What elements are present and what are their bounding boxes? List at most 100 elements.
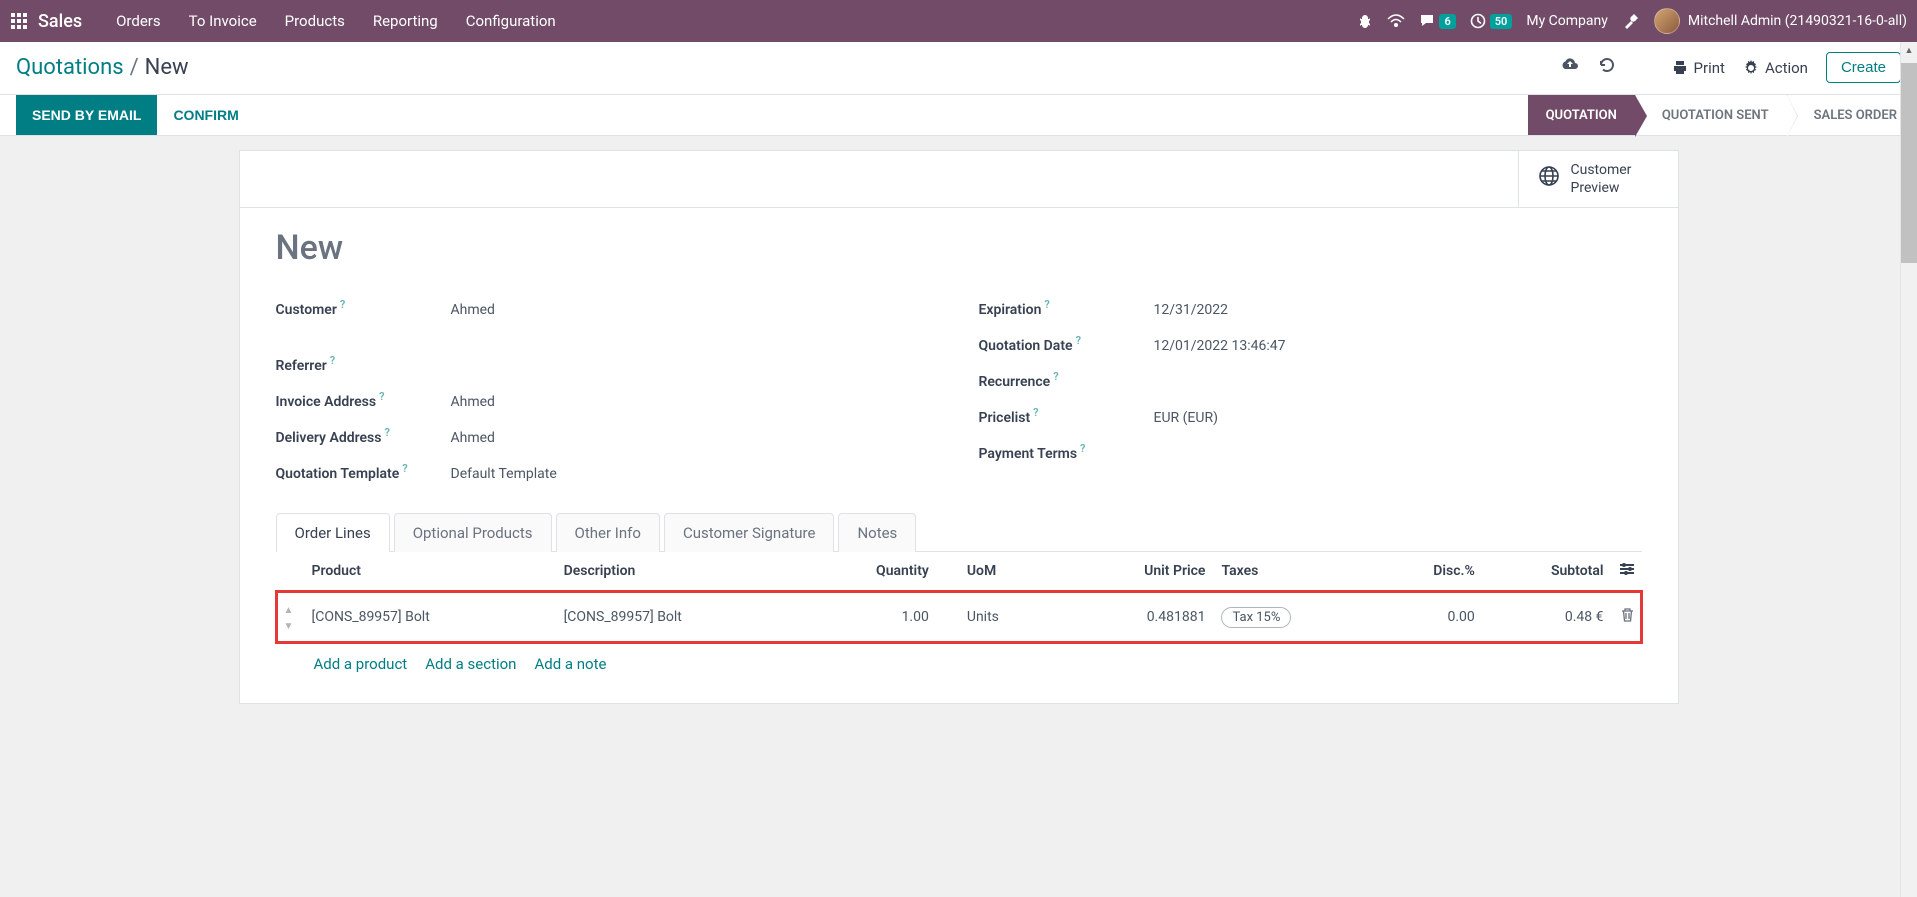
step-quotation-sent[interactable]: QUOTATION SENT <box>1635 95 1787 135</box>
apps-grid-icon[interactable] <box>10 12 28 30</box>
confirm-button[interactable]: CONFIRM <box>157 95 254 135</box>
cell-disc[interactable]: 0.00 <box>1375 591 1483 644</box>
help-icon[interactable]: ? <box>1076 334 1081 347</box>
help-icon[interactable]: ? <box>1033 406 1038 419</box>
cell-description[interactable]: [CONS_89957] Bolt <box>556 591 808 644</box>
company-switcher[interactable]: My Company <box>1526 13 1608 29</box>
help-icon[interactable]: ? <box>340 298 345 311</box>
messaging-icon[interactable]: 6 <box>1419 13 1455 29</box>
status-bar: SEND BY EMAIL CONFIRM QUOTATION QUOTATIO… <box>0 94 1917 136</box>
label-customer: Customer <box>276 302 337 318</box>
app-name[interactable]: Sales <box>38 11 82 32</box>
tab-optional-products[interactable]: Optional Products <box>394 513 552 552</box>
cell-taxes[interactable]: Tax 15% <box>1213 591 1374 644</box>
messaging-badge: 6 <box>1439 14 1455 29</box>
add-product-link[interactable]: Add a product <box>314 655 408 673</box>
stat-line1: Customer <box>1571 162 1632 178</box>
user-name: Mitchell Admin (21490321-16-0-all) <box>1688 13 1907 29</box>
label-delivery-address: Delivery Address <box>276 430 382 446</box>
label-quotation-template: Quotation Template <box>276 466 400 482</box>
cell-unit-price[interactable]: 0.481881 <box>1068 591 1213 644</box>
value-customer[interactable]: Ahmed <box>451 300 939 318</box>
help-icon[interactable]: ? <box>384 426 389 439</box>
nav-configuration[interactable]: Configuration <box>452 0 570 42</box>
help-icon[interactable]: ? <box>1080 442 1085 455</box>
th-disc[interactable]: Disc.% <box>1375 552 1483 591</box>
value-expiration[interactable]: 12/31/2022 <box>1154 300 1642 318</box>
breadcrumb-root[interactable]: Quotations <box>16 55 124 80</box>
activities-icon[interactable]: 50 <box>1470 13 1513 29</box>
top-navbar: Sales Orders To Invoice Products Reporti… <box>0 0 1917 42</box>
value-referrer[interactable] <box>451 356 939 358</box>
scroll-thumb[interactable] <box>1901 63 1917 263</box>
delete-row-icon[interactable] <box>1621 610 1634 626</box>
cloud-save-icon[interactable] <box>1560 57 1580 78</box>
nav-to-invoice[interactable]: To Invoice <box>175 0 271 42</box>
help-icon[interactable]: ? <box>379 390 384 403</box>
drag-handle-icon[interactable]: ▲▼ <box>284 605 294 632</box>
print-label: Print <box>1694 59 1725 77</box>
print-button[interactable]: Print <box>1672 59 1725 77</box>
value-recurrence[interactable] <box>1154 372 1642 374</box>
form-card: Customer Preview New Customer? Ahmed Ref… <box>239 150 1679 704</box>
th-product[interactable]: Product <box>304 552 556 591</box>
help-icon[interactable]: ? <box>402 462 407 475</box>
cell-product[interactable]: [CONS_89957] Bolt <box>304 591 556 644</box>
value-invoice-address[interactable]: Ahmed <box>451 392 939 410</box>
help-icon[interactable]: ? <box>1044 298 1049 311</box>
control-bar: Quotations / New Print Action Create <box>0 42 1917 94</box>
help-icon[interactable]: ? <box>1053 370 1058 383</box>
th-description[interactable]: Description <box>556 552 808 591</box>
add-section-link[interactable]: Add a section <box>425 655 516 673</box>
customer-preview-button[interactable]: Customer Preview <box>1518 151 1678 207</box>
table-row[interactable]: ▲▼ [CONS_89957] Bolt [CONS_89957] Bolt 1… <box>276 591 1642 644</box>
tab-notes[interactable]: Notes <box>838 513 916 552</box>
tab-other-info[interactable]: Other Info <box>556 513 660 552</box>
th-uom[interactable]: UoM <box>937 552 1068 591</box>
columns-settings-icon[interactable] <box>1620 564 1634 580</box>
th-quantity[interactable]: Quantity <box>808 552 937 591</box>
create-button[interactable]: Create <box>1826 52 1901 83</box>
label-payment-terms: Payment Terms <box>979 446 1078 462</box>
stat-line2: Preview <box>1571 180 1620 196</box>
breadcrumb-current: New <box>145 55 189 80</box>
tab-customer-signature[interactable]: Customer Signature <box>664 513 835 552</box>
tabs: Order Lines Optional Products Other Info… <box>276 512 1642 552</box>
discard-icon[interactable] <box>1598 56 1616 79</box>
status-steps: QUOTATION QUOTATION SENT SALES ORDER <box>1528 95 1917 135</box>
label-quotation-date: Quotation Date <box>979 338 1073 354</box>
step-sales-order[interactable]: SALES ORDER <box>1787 95 1917 135</box>
nav-orders[interactable]: Orders <box>102 0 175 42</box>
th-taxes[interactable]: Taxes <box>1213 552 1374 591</box>
add-note-link[interactable]: Add a note <box>534 655 606 673</box>
scrollbar[interactable]: ▲ <box>1900 42 1917 897</box>
send-by-email-button[interactable]: SEND BY EMAIL <box>16 95 157 135</box>
value-quotation-template[interactable]: Default Template <box>451 464 939 482</box>
user-menu[interactable]: Mitchell Admin (21490321-16-0-all) <box>1654 8 1907 34</box>
bug-icon[interactable] <box>1357 13 1373 29</box>
nav-reporting[interactable]: Reporting <box>359 0 452 42</box>
nav-products[interactable]: Products <box>271 0 359 42</box>
th-subtotal[interactable]: Subtotal <box>1483 552 1612 591</box>
th-unit-price[interactable]: Unit Price <box>1068 552 1213 591</box>
value-pricelist[interactable]: EUR (EUR) <box>1154 408 1642 426</box>
value-quotation-date[interactable]: 12/01/2022 13:46:47 <box>1154 336 1642 354</box>
scroll-up-arrow[interactable]: ▲ <box>1901 42 1917 59</box>
tools-icon[interactable] <box>1622 12 1640 30</box>
step-quotation[interactable]: QUOTATION <box>1528 95 1635 135</box>
label-pricelist: Pricelist <box>979 410 1031 426</box>
wifi-icon[interactable] <box>1387 14 1405 28</box>
cell-quantity[interactable]: 1.00 <box>808 591 937 644</box>
cell-uom[interactable]: Units <box>937 591 1068 644</box>
value-delivery-address[interactable]: Ahmed <box>451 428 939 446</box>
tab-order-lines[interactable]: Order Lines <box>276 513 390 552</box>
help-icon[interactable]: ? <box>330 354 335 367</box>
cell-subtotal: 0.48 € <box>1483 591 1612 644</box>
action-button[interactable]: Action <box>1743 59 1808 77</box>
label-expiration: Expiration <box>979 302 1042 318</box>
breadcrumb: Quotations / New <box>16 55 189 80</box>
value-payment-terms[interactable] <box>1154 444 1642 446</box>
globe-icon <box>1537 164 1561 194</box>
avatar <box>1654 8 1680 34</box>
activities-badge: 50 <box>1490 14 1513 29</box>
